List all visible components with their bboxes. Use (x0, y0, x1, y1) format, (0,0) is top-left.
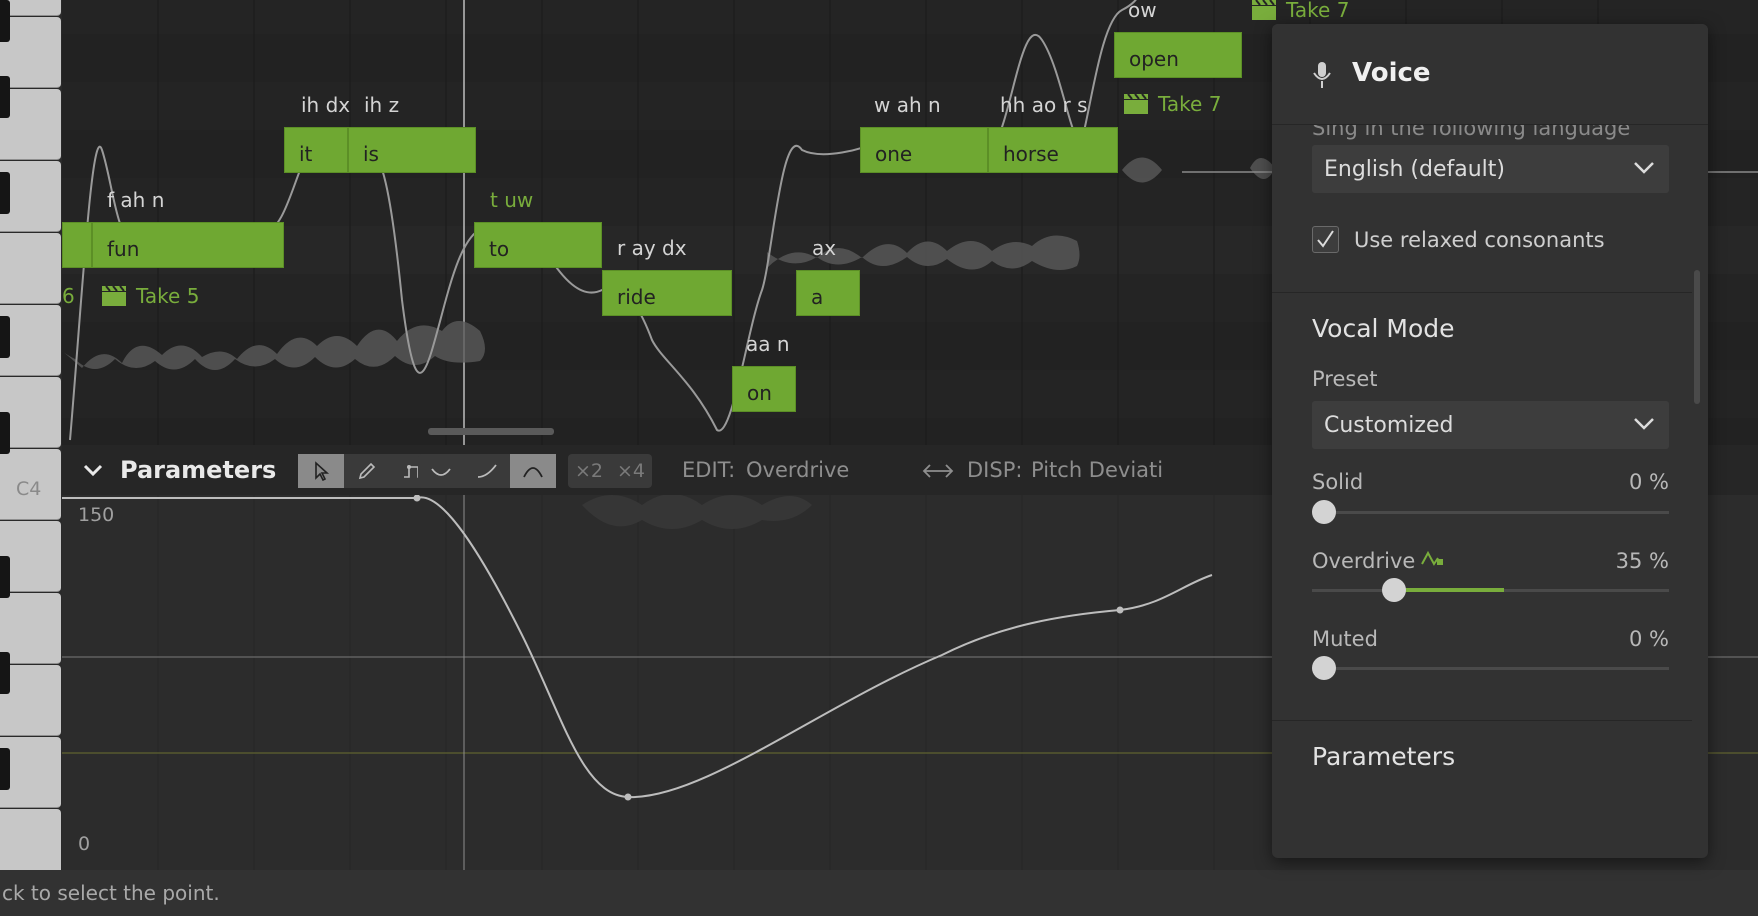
muted-value: 0 % (1629, 627, 1669, 651)
phoneme-label: w ah n (874, 93, 941, 117)
take-label[interactable]: Take 7 (1252, 0, 1349, 22)
overdrive-slider-thumb[interactable] (1382, 578, 1406, 602)
preset-select[interactable]: Customized (1312, 401, 1669, 449)
pencil-icon (358, 462, 376, 480)
phoneme-label: t uw (490, 188, 534, 212)
select-tool-button[interactable] (298, 454, 344, 488)
section-divider (1272, 720, 1692, 721)
note-lyric: one (875, 142, 913, 166)
curve-smooth-button[interactable] (510, 454, 556, 488)
solid-value: 0 % (1629, 470, 1669, 494)
curve-linear-button[interactable] (464, 454, 510, 488)
clapperboard-icon (1252, 0, 1276, 20)
disp-label: DISP: (967, 458, 1023, 482)
solid-slider[interactable] (1312, 511, 1669, 514)
y-axis-max: 150 (78, 504, 115, 526)
language-select[interactable]: English (default) (1312, 145, 1669, 193)
edit-label: EDIT: (682, 458, 736, 482)
status-bar: ck to select the point. (0, 870, 1758, 916)
note-lyric: it (299, 142, 313, 166)
note-lyric: ride (617, 285, 656, 309)
voice-panel: Voice Sing in the following language Eng… (1272, 24, 1708, 858)
take-label[interactable]: Take 5 (102, 284, 199, 308)
microphone-icon (1313, 62, 1331, 88)
preset-label: Preset (1312, 367, 1378, 391)
muted-label: Muted (1312, 627, 1378, 651)
note-block[interactable]: fun (92, 222, 284, 268)
clapperboard-icon (102, 286, 126, 306)
relaxed-consonants-checkbox[interactable] (1312, 226, 1339, 253)
take-label[interactable]: 6 (62, 284, 75, 308)
curve-linear-icon (477, 464, 497, 478)
phoneme-label: f ah n (107, 188, 165, 212)
overdrive-slider-fill (1392, 588, 1504, 592)
note-block[interactable]: to (474, 222, 602, 268)
pointer-icon (315, 461, 330, 481)
y-axis-min: 0 (78, 833, 91, 855)
parameters-section-title: Parameters (1312, 742, 1456, 771)
automation-curve-icon[interactable] (1420, 548, 1446, 570)
take-label[interactable]: Take 7 (1124, 92, 1221, 116)
note-lyric: is (363, 142, 379, 166)
swap-arrows-icon[interactable] (922, 461, 954, 481)
status-text: ck to select the point. (2, 881, 220, 905)
language-value: English (default) (1324, 157, 1506, 182)
note-block[interactable]: horse (988, 127, 1118, 173)
note-block[interactable]: ride (602, 270, 732, 316)
preset-value: Customized (1324, 413, 1454, 438)
section-divider (1272, 292, 1692, 293)
piano-keyboard[interactable]: C4 (0, 0, 62, 870)
checkmark-icon (1317, 230, 1334, 248)
phoneme-label: ih dx (301, 93, 351, 117)
curve-smooth-icon (523, 467, 543, 478)
muted-slider-thumb[interactable] (1312, 656, 1336, 680)
phoneme-label: ow (1128, 0, 1157, 22)
note-lyric: a (811, 285, 824, 309)
overdrive-label: Overdrive (1312, 549, 1416, 573)
pencil-tool-button[interactable] (344, 454, 390, 488)
chevron-down-icon (1634, 162, 1654, 174)
phoneme-label: r ay dx (617, 236, 687, 260)
panel-scrollbar[interactable] (1694, 270, 1700, 404)
overdrive-value: 35 % (1615, 549, 1669, 573)
note-block[interactable]: it (284, 127, 348, 173)
multiply-4-button[interactable]: ×4 (610, 454, 652, 488)
note-lyric: fun (107, 237, 140, 261)
edit-param-value[interactable]: Overdrive (746, 458, 849, 482)
multiplier-group: ×2 ×4 (568, 454, 652, 488)
disp-param-value[interactable]: Pitch Deviati (1031, 458, 1163, 482)
chevron-down-icon[interactable] (82, 459, 104, 481)
curve-down-button[interactable] (418, 454, 464, 488)
curve-shape-group (418, 454, 556, 488)
note-block[interactable]: on (732, 366, 796, 412)
note-lyric: on (747, 381, 772, 405)
phoneme-label: aa n (746, 332, 790, 356)
voice-panel-header: Voice (1272, 24, 1708, 125)
phoneme-label: hh ao r s (1000, 93, 1088, 117)
c4-label: C4 (16, 478, 42, 500)
note-lyric: horse (1003, 142, 1059, 166)
note-block[interactable]: a (796, 270, 860, 316)
note-block[interactable]: is (348, 127, 476, 173)
solid-slider-thumb[interactable] (1312, 500, 1336, 524)
voice-panel-title: Voice (1352, 58, 1431, 88)
clapperboard-icon (1124, 94, 1148, 114)
muted-slider[interactable] (1312, 667, 1669, 670)
vocal-mode-title: Vocal Mode (1312, 314, 1455, 343)
curve-down-icon (431, 468, 451, 476)
note-block[interactable]: open (1114, 32, 1242, 78)
edit-tool-group (298, 454, 436, 488)
chevron-down-icon (1634, 418, 1654, 430)
note-lyric: to (489, 237, 510, 261)
note-lyric: open (1129, 47, 1179, 71)
multiply-2-button[interactable]: ×2 (568, 454, 610, 488)
solid-label: Solid (1312, 470, 1364, 494)
parameters-title: Parameters (120, 456, 277, 484)
phoneme-label: ih z (364, 93, 400, 117)
note-block[interactable]: one (860, 127, 988, 173)
relaxed-consonants-label[interactable]: Use relaxed consonants (1354, 228, 1605, 252)
phoneme-label: ax (812, 236, 837, 260)
